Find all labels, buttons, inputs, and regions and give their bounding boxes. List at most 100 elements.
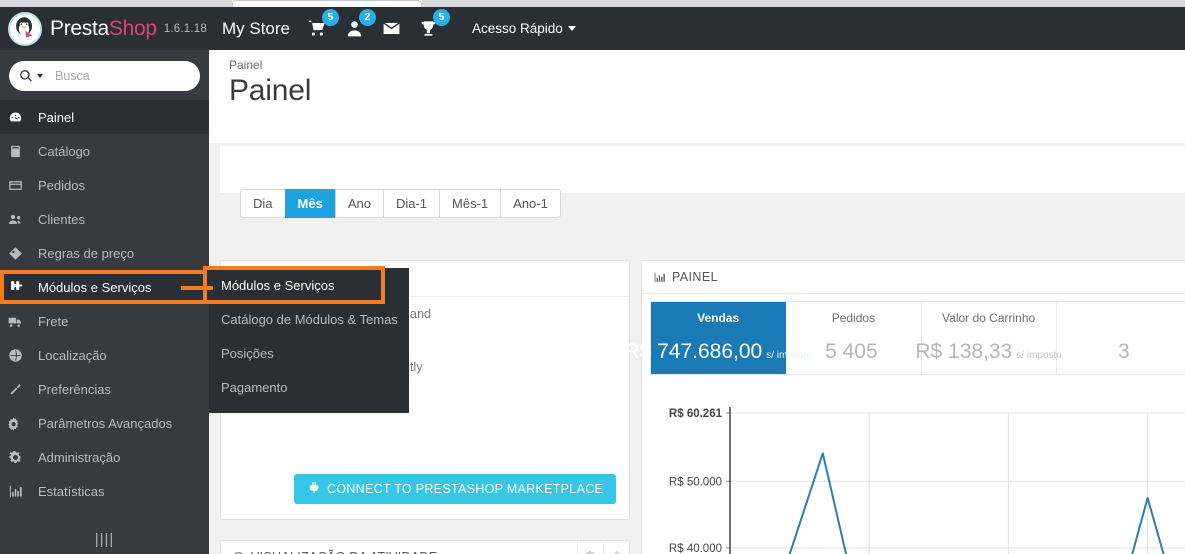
kpi-valor-do-carrinho[interactable]: Valor do Carrinho R$ 138,33 s/ imposto (915, 302, 1062, 374)
sidebar-menu-list: Painel Catálogo Pedidos Clientes Regras … (0, 100, 209, 508)
version-label: 1.6.1.18 (163, 22, 207, 35)
sidebar-item-localizacao[interactable]: Localização (0, 338, 209, 372)
tab-dia[interactable]: Dia (240, 189, 285, 218)
sidebar-item-clientes[interactable]: Clientes (0, 202, 209, 236)
quick-access-label: Acesso Rápido (471, 21, 563, 36)
store-name-link[interactable]: My Store (222, 19, 290, 39)
highlight-connector-line (181, 286, 213, 290)
dashboard-panel-title: PAINEL (672, 270, 718, 284)
kpi-value: 5 405 (825, 340, 878, 363)
sidebar-item-parametros-avancados[interactable]: Parâmetros Avançados (0, 406, 209, 440)
kpi-value-wrap: 5 405 (825, 340, 882, 364)
cart-badge: 5 (321, 9, 339, 26)
connect-marketplace-button[interactable]: CONNECT TO PRESTASHOP MARKETPLACE (294, 474, 617, 504)
activity-card-title: VISUALIZAÇÃO DA ATIVIDADE (251, 550, 438, 554)
tab-ano[interactable]: Ano (334, 189, 383, 218)
connect-marketplace-label: CONNECT TO PRESTASHOP MARKETPLACE (327, 482, 604, 496)
clock-icon (232, 551, 245, 554)
browser-tabstrip-right (422, 0, 1185, 7)
activity-overview-card: VISUALIZAÇÃO DA ATIVIDADE (220, 540, 630, 554)
sidebar-item-frete[interactable]: Frete (0, 304, 209, 338)
orders-icon (8, 178, 32, 193)
sidebar-item-label: Administração (38, 449, 121, 465)
sidebar-item-modulos-e-servicos[interactable]: Módulos e Serviços (0, 270, 209, 304)
customers-icon (8, 212, 32, 227)
search-box[interactable] (9, 61, 209, 91)
customer-badge: 2 (358, 9, 376, 26)
price-rules-icon (8, 246, 32, 261)
brand-logo-text[interactable]: PrestaShop (50, 17, 157, 41)
breadcrumb: Painel (229, 58, 263, 72)
header-icon-group: 5 2 5 (308, 9, 450, 38)
submenu-item-catalogo-de-modulos-e-temas[interactable]: Catálogo de Módulos & Temas (209, 302, 409, 336)
search-scope-chevron-icon[interactable] (37, 74, 43, 78)
kpi-vendas[interactable]: Vendas R$ 747.686,00 s/ imposto (624, 302, 812, 374)
svg-text:R$ 40.000: R$ 40.000 (669, 543, 722, 554)
sidebar-item-label: Pedidos (38, 177, 85, 193)
kpi-title: Pedidos (831, 311, 876, 325)
sidebar-navigation: Painel Catálogo Pedidos Clientes Regras … (0, 50, 209, 554)
tab-mes[interactable]: Mês (284, 189, 335, 218)
tab-ano-1[interactable]: Ano-1 (500, 189, 561, 218)
sidebar-item-label: Frete (38, 313, 69, 329)
sidebar-collapse-handle[interactable]: |||| (0, 531, 209, 548)
submenu-item-pagamento[interactable]: Pagamento (209, 370, 409, 404)
sidebar-item-regras-de-preco[interactable]: Regras de preço (0, 236, 209, 270)
refresh-icon[interactable] (603, 541, 629, 554)
dashboard-panel-header: PAINEL (642, 261, 1185, 294)
search-icon (19, 69, 33, 83)
kpi-value: R$ 747.686,00 (624, 340, 763, 363)
trophy-icon[interactable]: 5 (419, 9, 450, 38)
envelope-icon[interactable] (382, 19, 401, 38)
chart-svg: R$ 60.261 R$ 50.000 R$ 40.000 (669, 407, 1185, 554)
gear-icon[interactable] (577, 541, 603, 554)
brand-shop: Shop (108, 16, 157, 40)
browser-chrome-strip (0, 0, 1185, 7)
sidebar-item-painel[interactable]: Painel (0, 100, 209, 134)
customer-icon[interactable]: 2 (345, 9, 376, 38)
sidebar-item-label: Preferências (38, 381, 111, 397)
sidebar-search-wrap (0, 50, 209, 100)
sidebar-item-catalogo[interactable]: Catálogo (0, 134, 209, 168)
submenu-item-modulos-e-servicos[interactable]: Módulos e Serviços (203, 266, 385, 304)
svg-text:R$ 60.261: R$ 60.261 (669, 408, 723, 420)
sidebar-item-label: Localização (38, 347, 107, 363)
kpi-partial-cutoff[interactable]: 3 (1057, 302, 1185, 374)
activity-card-header: VISUALIZAÇÃO DA ATIVIDADE (221, 541, 629, 554)
modules-submenu-flyout: Módulos e Serviços Catálogo de Módulos &… (203, 266, 409, 413)
statistics-icon (8, 484, 32, 499)
kpi-pedidos[interactable]: Pedidos 5 405 (786, 302, 922, 374)
prestashop-logo-icon[interactable] (8, 11, 42, 46)
sidebar-item-label: Painel (38, 109, 75, 125)
kpi-value: R$ 138,33 (915, 340, 1013, 363)
kpi-row: Vendas R$ 747.686,00 s/ imposto Pedidos … (624, 301, 1185, 375)
sidebar-item-estatisticas[interactable]: Estatísticas (0, 474, 209, 508)
page-title: Painel (229, 74, 312, 107)
preferences-icon (8, 382, 32, 397)
submenu-item-posicoes[interactable]: Posições (209, 336, 409, 370)
sidebar-item-label: Clientes (38, 211, 85, 227)
sidebar-item-administracao[interactable]: Administração (0, 440, 209, 474)
browser-active-tab[interactable] (232, 0, 422, 7)
tab-dia-1[interactable]: Dia-1 (382, 189, 440, 218)
kpi-title: Valor do Carrinho (942, 311, 1036, 325)
kpi-value-wrap: R$ 747.686,00 s/ imposto (624, 340, 811, 364)
quick-access-dropdown[interactable]: Acesso Rápido (472, 21, 576, 36)
administration-icon (8, 450, 32, 465)
bar-chart-icon (653, 271, 666, 284)
search-input[interactable] (55, 69, 209, 83)
tab-mes-1[interactable]: Mês-1 (439, 189, 501, 218)
sidebar-item-label: Regras de preço (38, 245, 135, 261)
kpi-value: 3 (1118, 340, 1130, 363)
browser-tabstrip-left (0, 0, 232, 7)
shipping-icon (8, 314, 32, 329)
sales-line-chart: R$ 60.261 R$ 50.000 R$ 40.000 (642, 399, 1185, 554)
trophy-badge: 5 (432, 9, 450, 26)
top-header-bar: PrestaShop 1.6.1.18 My Store 5 2 5 Acess… (0, 7, 1185, 50)
dashboard-icon (8, 110, 32, 125)
cart-icon[interactable]: 5 (308, 9, 339, 38)
localization-icon (8, 348, 32, 363)
sidebar-item-preferencias[interactable]: Preferências (0, 372, 209, 406)
sidebar-item-pedidos[interactable]: Pedidos (0, 168, 209, 202)
dashboard-panel-card: PAINEL Vendas R$ 747.686,00 s/ imposto P… (624, 260, 1185, 554)
